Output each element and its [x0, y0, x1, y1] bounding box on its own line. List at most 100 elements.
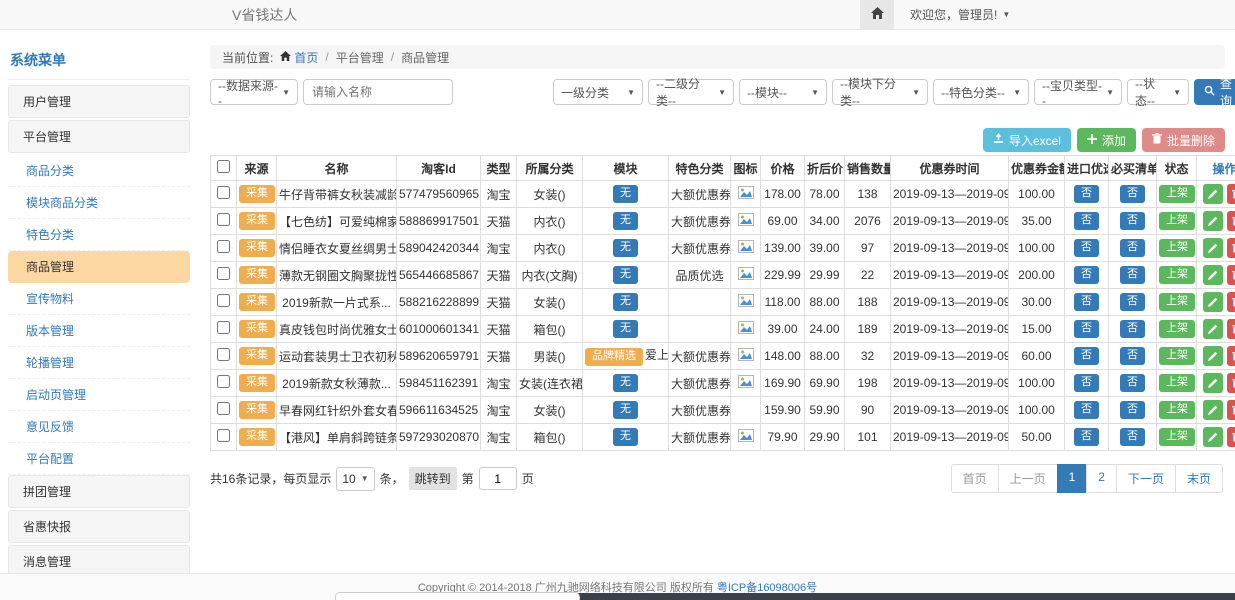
- row-checkbox[interactable]: [217, 186, 230, 199]
- must-buy-toggle[interactable]: 否: [1120, 266, 1145, 284]
- filter-feature-category[interactable]: --特色分类--▼: [933, 79, 1029, 105]
- import-pick-toggle[interactable]: 否: [1074, 347, 1099, 365]
- search-button[interactable]: 查询: [1194, 79, 1235, 105]
- status-badge[interactable]: 上架: [1159, 212, 1195, 230]
- per-page-select[interactable]: 10 ▼: [336, 467, 374, 491]
- sidebar-item-3[interactable]: 模块商品分类: [8, 187, 190, 219]
- delete-button[interactable]: [1227, 238, 1235, 258]
- sidebar-item-5[interactable]: 商品管理: [8, 251, 190, 283]
- sidebar-item-8[interactable]: 轮播管理: [8, 347, 190, 379]
- delete-button[interactable]: [1227, 265, 1235, 285]
- sidebar-item-14[interactable]: 消息管理: [8, 545, 190, 573]
- delete-button[interactable]: [1227, 400, 1235, 420]
- status-badge[interactable]: 上架: [1159, 320, 1195, 338]
- row-checkbox[interactable]: [217, 375, 230, 388]
- status-badge[interactable]: 上架: [1159, 347, 1195, 365]
- breadcrumb-item-platform[interactable]: 平台管理: [336, 49, 384, 66]
- jump-button[interactable]: 跳转到: [409, 467, 457, 490]
- must-buy-toggle[interactable]: 否: [1120, 320, 1145, 338]
- row-checkbox[interactable]: [217, 240, 230, 253]
- must-buy-toggle[interactable]: 否: [1120, 212, 1145, 230]
- edit-button[interactable]: [1203, 265, 1223, 285]
- delete-button[interactable]: [1227, 427, 1235, 447]
- delete-button[interactable]: [1227, 346, 1235, 366]
- edit-button[interactable]: [1203, 400, 1223, 420]
- status-badge[interactable]: 上架: [1159, 239, 1195, 257]
- must-buy-toggle[interactable]: 否: [1120, 428, 1145, 446]
- must-buy-toggle[interactable]: 否: [1120, 239, 1145, 257]
- import-excel-button[interactable]: 导入excel: [983, 128, 1071, 152]
- status-badge[interactable]: 上架: [1159, 428, 1195, 446]
- import-pick-toggle[interactable]: 否: [1074, 239, 1099, 257]
- filter-status[interactable]: --状态--▼: [1127, 79, 1189, 105]
- status-badge[interactable]: 上架: [1159, 374, 1195, 392]
- pager-button-5[interactable]: 末页: [1175, 464, 1223, 493]
- select-all-checkbox[interactable]: [217, 160, 230, 173]
- import-pick-toggle[interactable]: 否: [1074, 374, 1099, 392]
- row-checkbox[interactable]: [217, 294, 230, 307]
- must-buy-toggle[interactable]: 否: [1120, 293, 1145, 311]
- edit-button[interactable]: [1203, 346, 1223, 366]
- sidebar-item-6[interactable]: 宣传物料: [8, 283, 190, 315]
- must-buy-toggle[interactable]: 否: [1120, 347, 1145, 365]
- must-buy-toggle[interactable]: 否: [1120, 374, 1145, 392]
- edit-button[interactable]: [1203, 184, 1223, 204]
- filter-module-subcategory[interactable]: --模块下分类--▼: [832, 79, 928, 105]
- delete-button[interactable]: [1227, 319, 1235, 339]
- sidebar-item-0[interactable]: 用户管理: [8, 85, 190, 118]
- pager-button-0[interactable]: 首页: [951, 464, 999, 493]
- delete-button[interactable]: [1227, 292, 1235, 312]
- sidebar-item-2[interactable]: 商品分类: [8, 155, 190, 187]
- breadcrumb-home-link[interactable]: 首页: [280, 49, 318, 66]
- row-checkbox[interactable]: [217, 267, 230, 280]
- import-pick-toggle[interactable]: 否: [1074, 266, 1099, 284]
- filter-module[interactable]: --模块--▼: [739, 79, 827, 105]
- import-pick-toggle[interactable]: 否: [1074, 212, 1099, 230]
- row-checkbox[interactable]: [217, 213, 230, 226]
- delete-button[interactable]: [1227, 373, 1235, 393]
- filter-data-source[interactable]: --数据来源--▼: [210, 79, 298, 105]
- user-menu[interactable]: 欢迎您，管理员! ▼: [910, 6, 1010, 23]
- edit-button[interactable]: [1203, 319, 1223, 339]
- edit-button[interactable]: [1203, 238, 1223, 258]
- home-button[interactable]: [860, 0, 894, 29]
- delete-button[interactable]: [1227, 184, 1235, 204]
- edit-button[interactable]: [1203, 427, 1223, 447]
- row-checkbox[interactable]: [217, 348, 230, 361]
- filter-item-type[interactable]: --宝贝类型--▼: [1034, 79, 1122, 105]
- import-pick-toggle[interactable]: 否: [1074, 320, 1099, 338]
- filter-level2-category[interactable]: --二级分类--▼: [648, 79, 734, 105]
- page-number-input[interactable]: [479, 467, 517, 490]
- must-buy-toggle[interactable]: 否: [1120, 401, 1145, 419]
- row-checkbox[interactable]: [217, 321, 230, 334]
- status-badge[interactable]: 上架: [1159, 185, 1195, 203]
- import-pick-toggle[interactable]: 否: [1074, 293, 1099, 311]
- status-badge[interactable]: 上架: [1159, 401, 1195, 419]
- row-checkbox[interactable]: [217, 429, 230, 442]
- filter-name-input[interactable]: [303, 79, 453, 105]
- edit-button[interactable]: [1203, 211, 1223, 231]
- breadcrumb-item-goods[interactable]: 商品管理: [401, 49, 449, 66]
- sidebar-item-4[interactable]: 特色分类: [8, 219, 190, 251]
- sidebar-item-1[interactable]: 平台管理: [8, 120, 190, 153]
- edit-button[interactable]: [1203, 373, 1223, 393]
- status-badge[interactable]: 上架: [1159, 293, 1195, 311]
- pager-button-1[interactable]: 上一页: [998, 464, 1058, 493]
- sidebar-item-13[interactable]: 省惠快报: [8, 510, 190, 543]
- pager-button-2[interactable]: 1: [1057, 464, 1088, 493]
- filter-level1-category[interactable]: 一级分类▼: [553, 79, 643, 105]
- pager-button-4[interactable]: 下一页: [1116, 464, 1176, 493]
- import-pick-toggle[interactable]: 否: [1074, 401, 1099, 419]
- edit-button[interactable]: [1203, 292, 1223, 312]
- sidebar-item-9[interactable]: 启动页管理: [8, 379, 190, 411]
- sidebar-item-10[interactable]: 意见反馈: [8, 411, 190, 443]
- pager-button-3[interactable]: 2: [1086, 464, 1117, 493]
- must-buy-toggle[interactable]: 否: [1120, 185, 1145, 203]
- row-checkbox[interactable]: [217, 402, 230, 415]
- status-badge[interactable]: 上架: [1159, 266, 1195, 284]
- sidebar-item-11[interactable]: 平台配置: [8, 443, 190, 475]
- sidebar-item-7[interactable]: 版本管理: [8, 315, 190, 347]
- delete-button[interactable]: [1227, 211, 1235, 231]
- batch-delete-button[interactable]: 批量删除: [1142, 128, 1225, 152]
- sidebar-item-12[interactable]: 拼团管理: [8, 475, 190, 508]
